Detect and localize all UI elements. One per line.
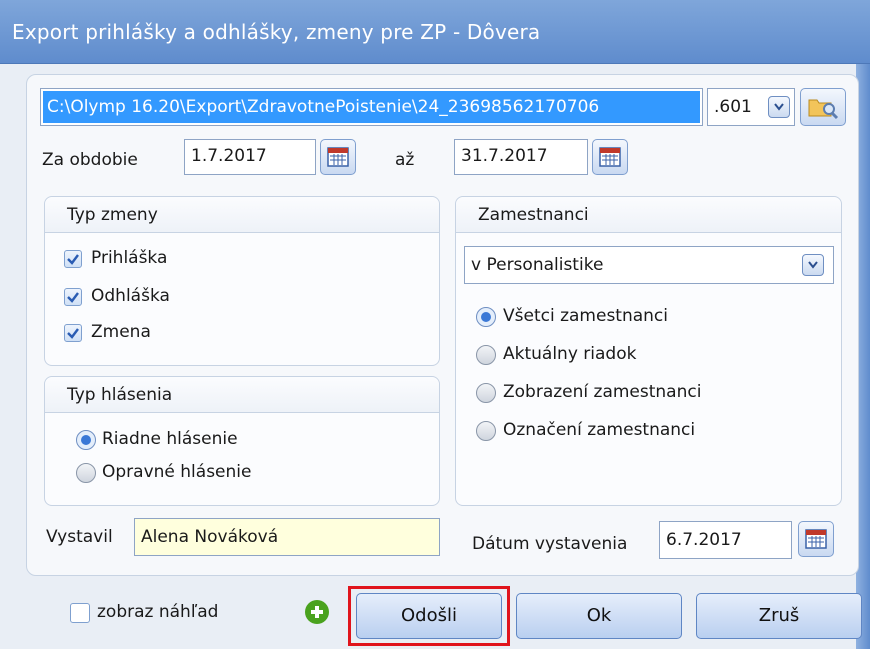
radio-aktualny-riadok[interactable] bbox=[476, 345, 496, 365]
checkbox-prihlaska-label: Prihláška bbox=[91, 248, 168, 268]
issue-date-label: Dátum vystavenia bbox=[472, 534, 628, 554]
checkbox-odhlaska[interactable] bbox=[64, 288, 82, 306]
radio-vsetci-zamestnanci[interactable] bbox=[476, 307, 496, 327]
radio-riadne-hlasenie-label: Riadne hlásenie bbox=[102, 429, 238, 449]
export-path-text: C:\Olymp 16.20\Export\ZdravotnePoistenie… bbox=[43, 91, 700, 123]
period-from-field[interactable]: 1.7.2017 bbox=[184, 139, 316, 175]
radio-oznaceni-zamestnanci[interactable] bbox=[476, 421, 496, 441]
chevron-down-icon[interactable] bbox=[802, 254, 824, 276]
issuer-field[interactable]: Alena Nováková bbox=[134, 518, 440, 556]
change-type-title: Typ zmeny bbox=[67, 205, 158, 225]
checkbox-prihlaska[interactable] bbox=[64, 250, 82, 268]
radio-vsetci-zamestnanci-label: Všetci zamestnanci bbox=[503, 306, 669, 326]
period-from-label: Za obdobie bbox=[42, 150, 138, 170]
send-button[interactable]: Odošli bbox=[356, 593, 502, 639]
checkbox-odhlaska-label: Odhláška bbox=[91, 286, 170, 306]
employees-title: Zamestnanci bbox=[478, 205, 589, 225]
export-path-field[interactable]: C:\Olymp 16.20\Export\ZdravotnePoistenie… bbox=[40, 88, 703, 126]
preview-checkbox[interactable] bbox=[70, 603, 90, 623]
radio-zobrazeni-zamestnanci-label: Zobrazení zamestnanci bbox=[503, 382, 702, 402]
period-to-label: až bbox=[395, 150, 415, 170]
radio-riadne-hlasenie[interactable] bbox=[76, 430, 96, 450]
title-bar: Export prihlášky a odhlášky, zmeny pre Z… bbox=[0, 0, 870, 64]
report-type-title: Typ hlásenia bbox=[67, 385, 173, 405]
cancel-button[interactable]: Zruš bbox=[696, 593, 862, 639]
radio-aktualny-riadok-label: Aktuálny riadok bbox=[503, 344, 637, 364]
issue-date-field[interactable]: 6.7.2017 bbox=[659, 521, 792, 559]
checkbox-zmena-label: Zmena bbox=[91, 322, 151, 342]
radio-oznaceni-zamestnanci-label: Označení zamestnanci bbox=[503, 420, 696, 440]
period-to-field[interactable]: 31.7.2017 bbox=[454, 139, 588, 175]
period-from-value: 1.7.2017 bbox=[191, 146, 267, 166]
check-icon bbox=[67, 292, 79, 303]
period-from-calendar-button[interactable] bbox=[320, 139, 356, 175]
preview-label: zobraz náhľad bbox=[97, 602, 219, 622]
plus-icon[interactable] bbox=[305, 600, 329, 624]
employees-source-value: v Personalistike bbox=[471, 255, 604, 275]
window-title: Export prihlášky a odhlášky, zmeny pre Z… bbox=[12, 20, 541, 44]
period-to-calendar-button[interactable] bbox=[592, 139, 628, 175]
report-type-header: Typ hlásenia bbox=[45, 377, 439, 413]
check-icon bbox=[67, 254, 79, 265]
check-icon bbox=[67, 328, 79, 339]
issue-date-value: 6.7.2017 bbox=[666, 530, 742, 550]
issue-date-calendar-button[interactable] bbox=[798, 521, 834, 557]
radio-opravne-hlasenie[interactable] bbox=[76, 463, 96, 483]
chevron-down-icon[interactable] bbox=[768, 96, 790, 118]
radio-opravne-hlasenie-label: Opravné hlásenie bbox=[102, 462, 252, 482]
issuer-value: Alena Nováková bbox=[141, 527, 279, 547]
employees-header: Zamestnanci bbox=[456, 197, 841, 233]
ok-button[interactable]: Ok bbox=[516, 593, 682, 639]
extension-value: .601 bbox=[714, 97, 752, 117]
period-to-value: 31.7.2017 bbox=[461, 146, 548, 166]
employees-source-select[interactable]: v Personalistike bbox=[464, 246, 834, 284]
issuer-label: Vystavil bbox=[46, 527, 113, 547]
extension-select[interactable]: .601 bbox=[707, 88, 795, 126]
radio-zobrazeni-zamestnanci[interactable] bbox=[476, 383, 496, 403]
change-type-header: Typ zmeny bbox=[45, 197, 439, 233]
checkbox-zmena[interactable] bbox=[64, 324, 82, 342]
browse-folder-button[interactable] bbox=[800, 88, 846, 126]
